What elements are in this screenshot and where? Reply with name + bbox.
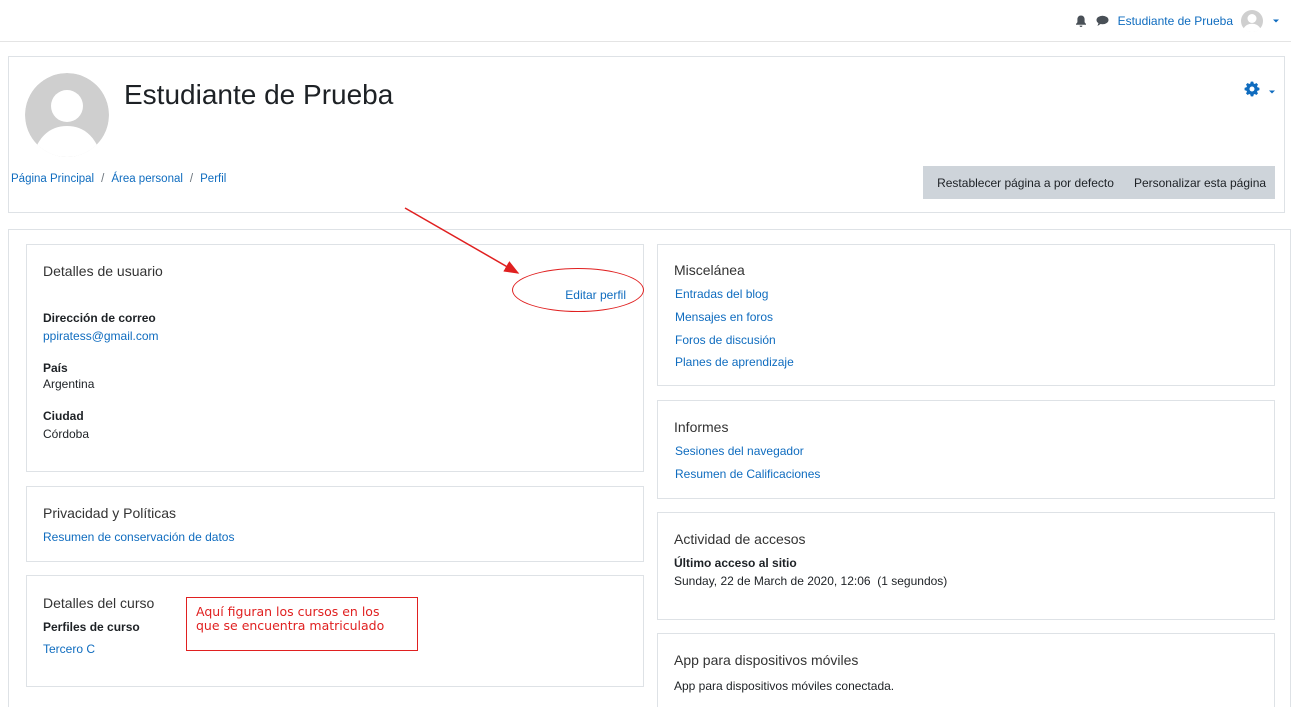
city-label: Ciudad bbox=[43, 409, 84, 423]
learning-plans-link[interactable]: Planes de aprendizaje bbox=[675, 355, 794, 369]
privacy-card: Privacidad y Políticas Resumen de conser… bbox=[26, 486, 644, 562]
reset-page-button[interactable]: Restablecer página a por defecto bbox=[923, 166, 1128, 199]
caret-down-icon[interactable] bbox=[1271, 16, 1281, 26]
settings-menu[interactable] bbox=[1244, 81, 1276, 100]
course-link[interactable]: Tercero C bbox=[43, 642, 95, 656]
top-navbar: Estudiante de Prueba bbox=[0, 0, 1291, 42]
annotation-line-1: Aquí figuran los cursos en los bbox=[196, 604, 380, 619]
course-details-title: Detalles del curso bbox=[43, 595, 155, 611]
breadcrumb-separator: / bbox=[189, 173, 194, 185]
breadcrumb-separator: / bbox=[101, 173, 105, 185]
country-value: Argentina bbox=[43, 377, 95, 391]
customize-page-button[interactable]: Personalizar esta página bbox=[1125, 166, 1275, 199]
forum-posts-link[interactable]: Mensajes en foros bbox=[675, 310, 773, 324]
mobile-app-status: App para dispositivos móviles conectada. bbox=[674, 679, 895, 693]
misc-title: Miscelánea bbox=[674, 262, 745, 278]
mobile-app-card: App para dispositivos móviles App para d… bbox=[657, 633, 1275, 707]
page-title: Estudiante de Prueba bbox=[124, 79, 394, 110]
email-value[interactable]: ppiratess@gmail.com bbox=[43, 329, 159, 343]
privacy-title: Privacidad y Políticas bbox=[43, 505, 177, 521]
user-details-title: Detalles de usuario bbox=[43, 263, 163, 279]
annotation-line-2: que se encuentra matriculado bbox=[196, 618, 385, 633]
access-activity-card: Actividad de accesos Último acceso al si… bbox=[657, 512, 1275, 620]
grades-overview-link[interactable]: Resumen de Calificaciones bbox=[675, 467, 820, 481]
page-header: Estudiante de Prueba Página Principal / … bbox=[8, 56, 1285, 213]
profile-avatar bbox=[25, 73, 109, 157]
last-access-label: Último acceso al sitio bbox=[674, 556, 797, 570]
breadcrumb-profile[interactable]: Perfil bbox=[200, 173, 226, 185]
access-activity-title: Actividad de accesos bbox=[674, 531, 806, 547]
email-label: Dirección de correo bbox=[43, 311, 156, 325]
user-menu-name[interactable]: Estudiante de Prueba bbox=[1118, 14, 1233, 28]
blog-entries-link[interactable]: Entradas del blog bbox=[675, 287, 768, 301]
reports-card: Informes Sesiones del navegador Resumen … bbox=[657, 400, 1275, 499]
breadcrumb-dashboard[interactable]: Área personal bbox=[111, 173, 183, 185]
country-label: País bbox=[43, 361, 68, 375]
mobile-app-title: App para dispositivos móviles bbox=[674, 652, 859, 668]
forum-discussions-link[interactable]: Foros de discusión bbox=[675, 333, 776, 347]
breadcrumb-home[interactable]: Página Principal bbox=[11, 173, 94, 185]
last-access-value: Sunday, 22 de March de 2020, 12:06 (1 se… bbox=[674, 574, 948, 588]
navbar-right: Estudiante de Prueba bbox=[1074, 10, 1281, 32]
browser-sessions-link[interactable]: Sesiones del navegador bbox=[675, 444, 804, 458]
misc-card: Miscelánea Entradas del blog Mensajes en… bbox=[657, 244, 1275, 386]
annotation-ellipse bbox=[512, 268, 644, 312]
reports-title: Informes bbox=[674, 419, 729, 435]
data-retention-link[interactable]: Resumen de conservación de datos bbox=[43, 530, 234, 544]
caret-down-icon[interactable] bbox=[1268, 84, 1276, 98]
user-menu[interactable]: Estudiante de Prueba bbox=[1118, 10, 1281, 32]
gear-icon[interactable] bbox=[1244, 81, 1260, 100]
annotation-note: Aquí figuran los cursos en los que se en… bbox=[186, 597, 418, 651]
avatar[interactable] bbox=[1237, 10, 1267, 32]
city-value: Córdoba bbox=[43, 427, 90, 441]
bell-icon[interactable] bbox=[1074, 14, 1088, 28]
chat-icon[interactable] bbox=[1096, 14, 1110, 28]
course-profiles-label: Perfiles de curso bbox=[43, 620, 140, 634]
breadcrumb: Página Principal / Área personal / Perfi… bbox=[11, 173, 226, 185]
